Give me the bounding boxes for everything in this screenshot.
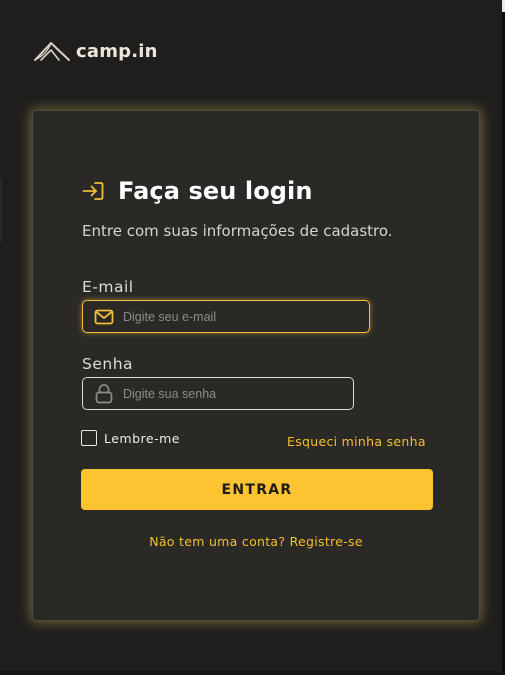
lock-icon	[93, 383, 115, 404]
login-subtitle: Entre com suas informações de cadastro.	[82, 222, 393, 240]
submit-button[interactable]: ENTRAR	[81, 469, 433, 510]
email-field[interactable]	[123, 309, 343, 324]
password-label: Senha	[82, 355, 134, 373]
window-left-edge	[0, 178, 2, 242]
remember-me-checkbox[interactable]	[81, 430, 97, 446]
password-field-wrapper[interactable]	[82, 377, 354, 410]
login-card: Faça seu login Entre com suas informaçõe…	[32, 110, 480, 621]
forgot-password-link[interactable]: Esqueci minha senha	[287, 434, 426, 449]
register-link[interactable]: Não tem uma conta? Registre-se	[33, 534, 479, 549]
mail-icon	[93, 309, 115, 325]
remember-me-label[interactable]: Lembre-me	[104, 431, 180, 446]
brand-name: camp.in	[76, 40, 158, 62]
login-heading: Faça seu login	[82, 177, 313, 205]
login-arrow-icon	[82, 182, 104, 200]
email-label: E-mail	[82, 278, 134, 296]
brand-logo: camp.in	[33, 38, 158, 64]
password-field[interactable]	[123, 386, 343, 401]
remember-me: Lembre-me	[81, 430, 180, 446]
page-title: Faça seu login	[118, 177, 313, 205]
window-bottom-edge	[0, 671, 505, 675]
email-field-wrapper[interactable]	[82, 300, 370, 333]
tent-icon	[34, 42, 70, 61]
